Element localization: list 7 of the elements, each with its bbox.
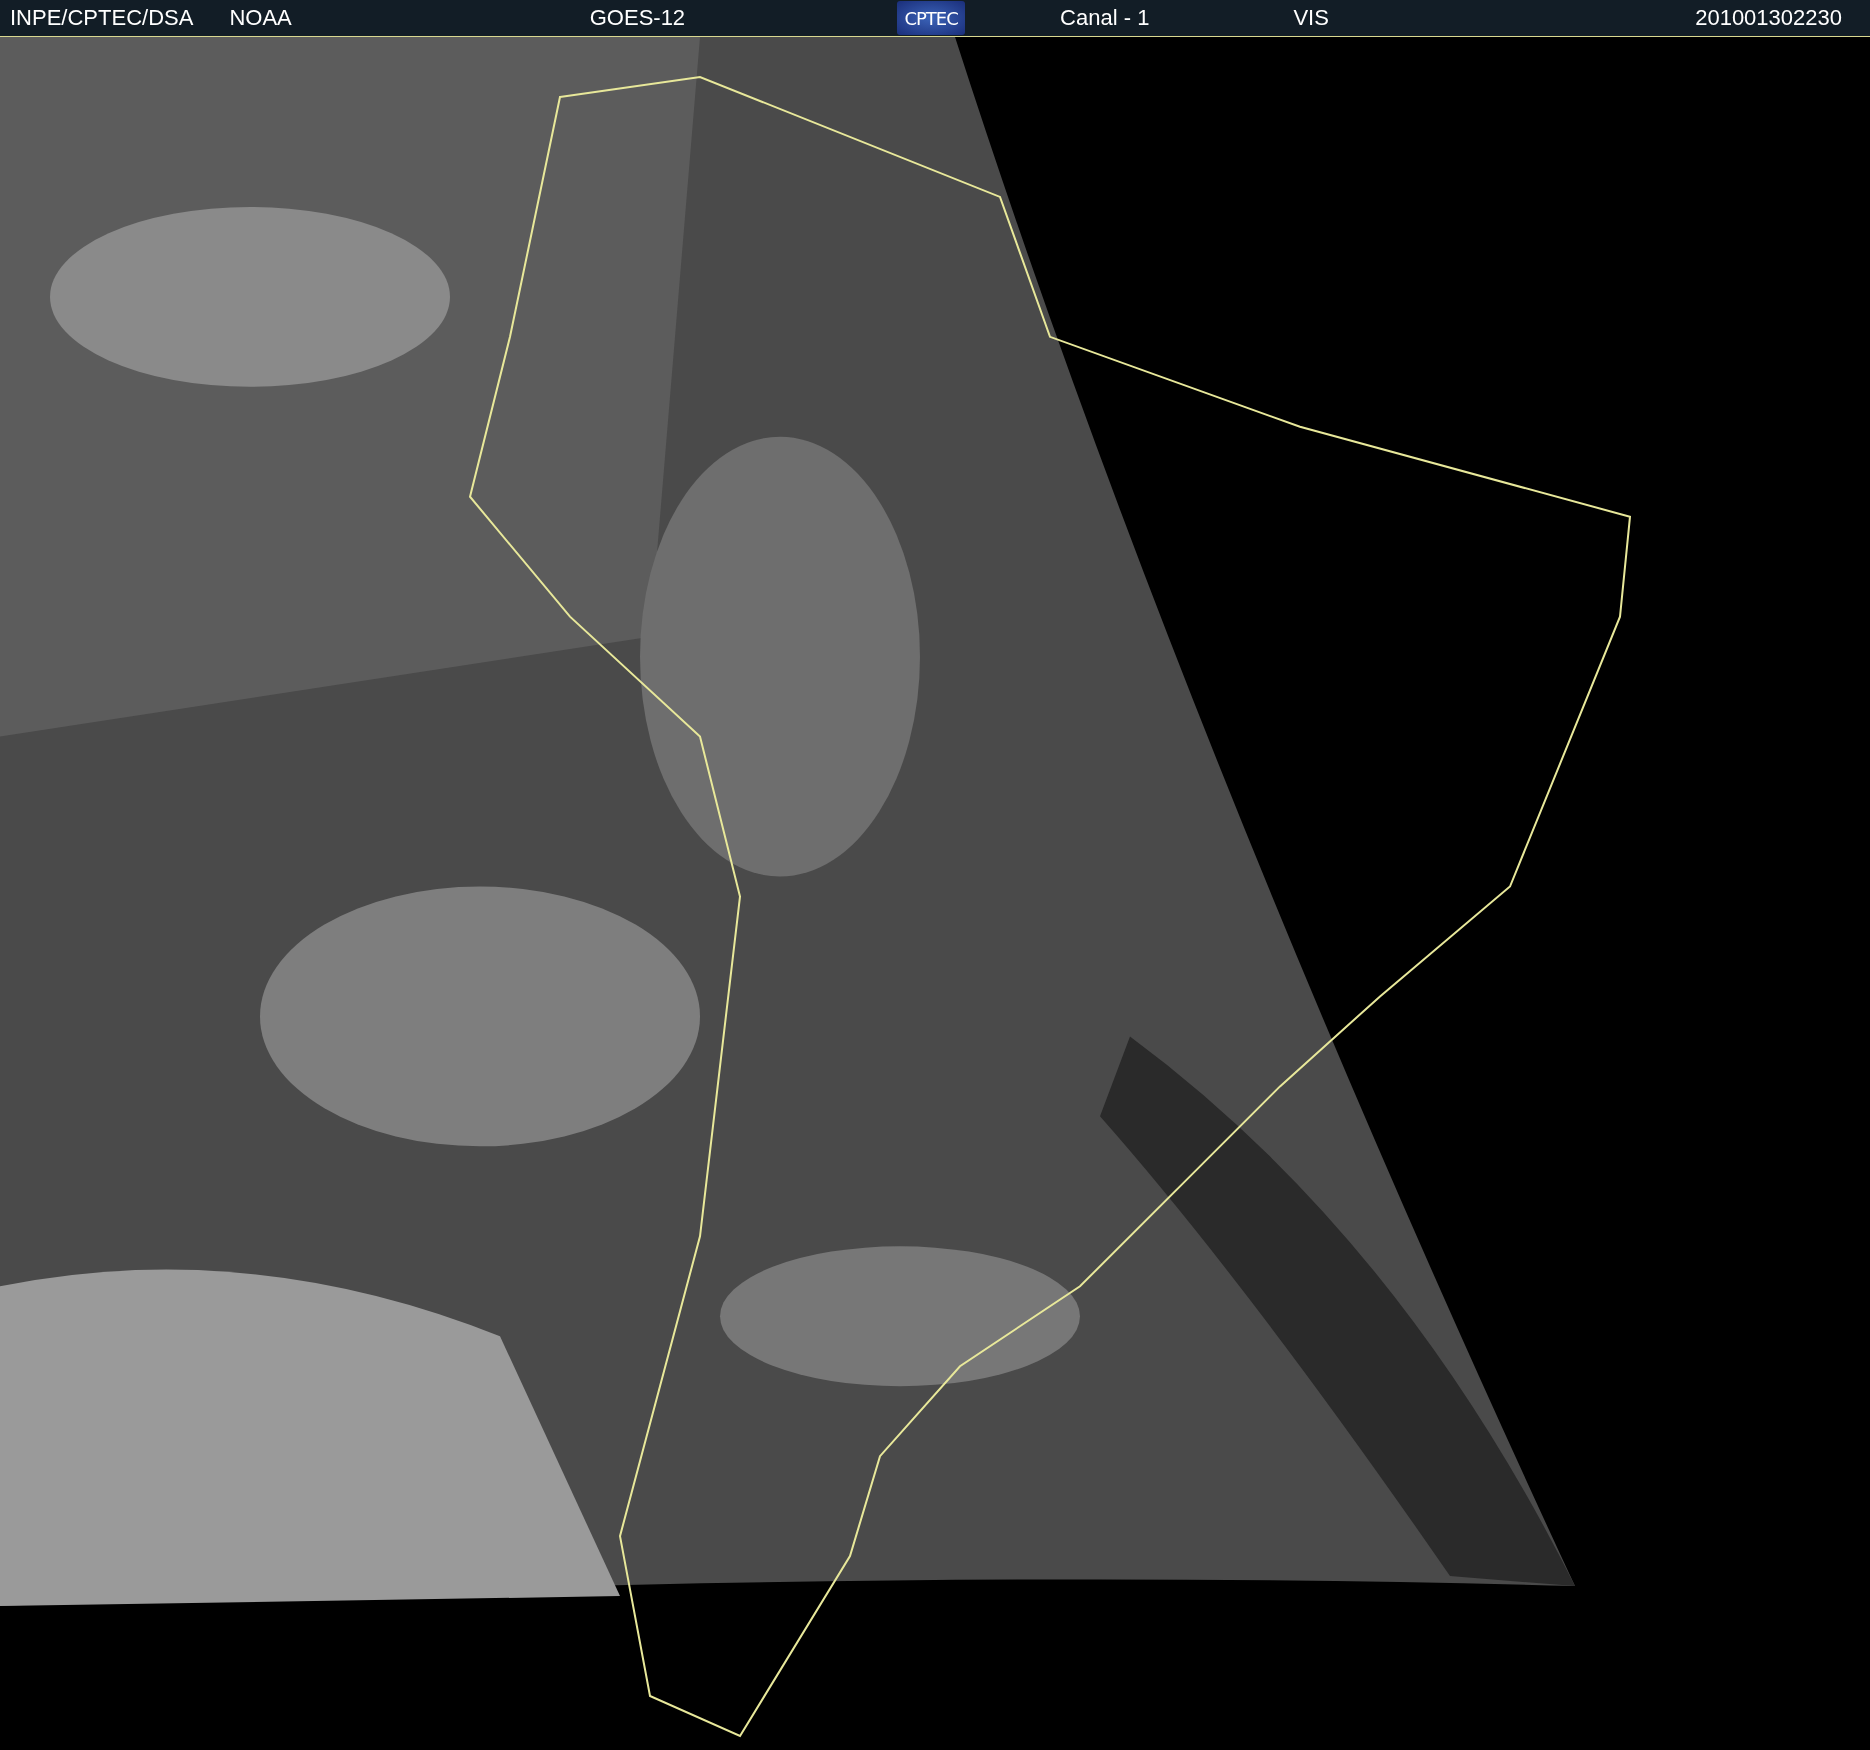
band-label: VIS bbox=[1293, 5, 1329, 31]
logo: CPTEC bbox=[897, 1, 966, 35]
source-label: INPE/CPTEC/DSA bbox=[10, 5, 194, 31]
channel-label: Canal - 1 bbox=[1060, 5, 1150, 31]
timestamp-label: 201001302230 bbox=[1695, 5, 1842, 31]
satellite-label: GOES-12 bbox=[589, 5, 686, 31]
agency-label: NOAA bbox=[229, 5, 292, 31]
